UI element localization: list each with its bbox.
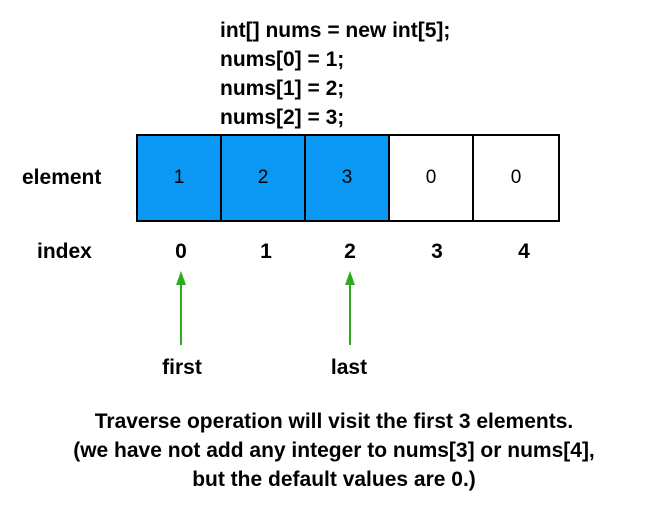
first-pointer-label: first xyxy=(162,356,202,379)
last-pointer-label: last xyxy=(330,356,368,379)
caption-line-3: but the default values are 0.) xyxy=(192,468,476,491)
caption: Traverse operation will visit the first … xyxy=(0,407,668,494)
last-pointer-arrow xyxy=(345,271,355,345)
caption-line-1: Traverse operation will visit the first … xyxy=(94,410,574,433)
caption-line-2: (we have not add any integer to nums[3] … xyxy=(73,439,595,462)
first-pointer-arrow xyxy=(176,271,186,345)
